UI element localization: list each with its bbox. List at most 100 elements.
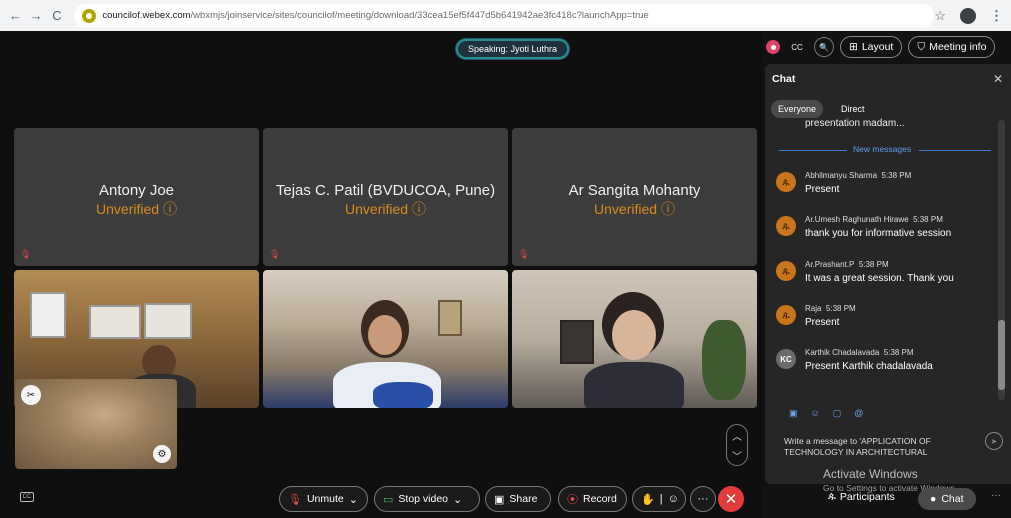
leave-meeting-button[interactable]: ✕ [718, 486, 744, 512]
wall-frame [438, 300, 462, 336]
participant-tile[interactable]: Tejas C. Patil (BVDUCOA, Pune) Unverifie… [263, 128, 508, 266]
chat-bubble-icon: ● [930, 493, 937, 505]
url-path: /wbxmjs/joinservice/sites/councilof/meet… [190, 10, 649, 21]
muted-mic-icon: 🎙 [269, 249, 281, 259]
browser-toolbar: ← → C councilof.webex.com/wbxmjs/joinser… [0, 0, 1011, 31]
user-avatar-initials: KC [776, 349, 796, 369]
more-dots-icon: ··· [697, 493, 709, 505]
grid-icon: ⊞ [849, 41, 858, 53]
emoji-icon[interactable]: ☺ [668, 493, 679, 505]
previous-message-tail: presentation madam... [805, 118, 905, 129]
address-bar[interactable]: councilof.webex.com/wbxmjs/joinservice/s… [74, 3, 935, 28]
participant-tile[interactable]: Ar Sangita Mohanty Unverified ⓘ 🎙 [512, 128, 757, 266]
muted-mic-icon: 🎙 [288, 493, 302, 506]
reactions-button[interactable]: ✋ | ☺ [632, 486, 686, 512]
site-icon [82, 8, 97, 23]
verification-status: Unverified ⓘ [96, 201, 177, 217]
raise-hand-icon[interactable]: ✋ [641, 493, 655, 506]
more-options-icon[interactable]: ··· [991, 490, 1001, 501]
chevron-up-icon[interactable]: ︿ [732, 428, 742, 443]
chat-scrollbar[interactable] [998, 120, 1005, 400]
scrollbar-thumb[interactable] [998, 320, 1005, 390]
bookmark-star-icon[interactable]: ☆ [934, 8, 946, 24]
forward-icon[interactable]: → [29, 7, 44, 25]
send-icon[interactable]: ➤ [985, 432, 1003, 450]
chevron-down-icon[interactable]: ⌄ [453, 493, 462, 506]
wall-frame [89, 305, 141, 339]
verification-status: Unverified ⓘ [345, 201, 426, 217]
self-view-video[interactable]: ✂ ⚙ [15, 379, 177, 469]
record-button[interactable]: ⦿ Record [558, 486, 627, 512]
reload-icon[interactable]: C [50, 7, 65, 25]
chat-toggle-button[interactable]: ● Chat [918, 488, 976, 510]
gif-icon[interactable]: ▢ [833, 408, 842, 419]
person-face [612, 310, 656, 360]
wall-frame [144, 303, 192, 339]
pin-icon[interactable]: ✂ [21, 385, 41, 405]
participant-video[interactable] [263, 270, 508, 408]
message-text: Present [805, 184, 840, 195]
video-page-scroller[interactable]: ︿ ﹀ [726, 424, 748, 466]
message-time: 5:38 PM [913, 215, 943, 224]
close-icon[interactable]: ✕ [993, 72, 1003, 86]
share-button[interactable]: ▣ Share [485, 486, 551, 512]
compose-toolbar: ▣ ☺ ▢ @ [789, 408, 863, 419]
user-avatar-icon: ዹ [776, 172, 796, 192]
participants-button[interactable]: ዹ Participants [828, 490, 895, 503]
divider: | [659, 493, 663, 505]
tab-everyone[interactable]: Everyone [771, 100, 824, 118]
video-camera-icon: ▭ [383, 493, 394, 506]
record-label: Record [583, 493, 617, 505]
message-text: thank you for informative session [805, 228, 952, 239]
captions-icon[interactable]: CC [20, 492, 34, 502]
chat-panel: Chat ✕ Everyone Direct presentation mada… [765, 64, 1011, 484]
panel-header-bar: CC 🔍 ⊞ Layout ⛉ Meeting info [762, 31, 1011, 63]
stop-video-button[interactable]: ▭ Stop video ⌄ [374, 486, 480, 512]
message-time: 5:38 PM [883, 348, 914, 357]
chevron-down-icon[interactable]: ⌄ [349, 493, 358, 506]
unmute-button[interactable]: 🎙 Unmute ⌄ [279, 486, 368, 512]
new-messages-divider: New messages [779, 144, 991, 156]
muted-mic-icon: 🎙 [518, 249, 530, 259]
meeting-info-label: Meeting info [929, 41, 987, 53]
meeting-info-button[interactable]: ⛉ Meeting info [908, 36, 996, 58]
sender-name: Ar.Umesh Raghunath Hirawe [805, 215, 909, 224]
participant-tile[interactable]: Antony Joe Unverified ⓘ 🎙 [14, 128, 259, 266]
browser-menu-icon[interactable]: ⋮ [990, 8, 1003, 24]
mention-icon[interactable]: @ [854, 408, 863, 419]
meeting-stage: Speaking: Jyoti Luthra Antony Joe Unveri… [0, 31, 762, 518]
message-time: 5:38 PM [881, 171, 912, 180]
chevron-down-icon[interactable]: ﹀ [732, 448, 742, 463]
captions-icon[interactable]: CC [786, 40, 808, 54]
share-label: Share [509, 493, 538, 505]
person-face [368, 315, 402, 355]
emoji-icon[interactable]: ☺ [811, 408, 820, 419]
participants-icon: ዹ [828, 490, 836, 502]
settings-gear-icon[interactable]: ⚙ [153, 445, 171, 463]
message-time: 5:38 PM [825, 304, 856, 313]
person-scarf [373, 382, 433, 408]
profile-icon[interactable] [960, 7, 976, 24]
participant-name: Tejas C. Patil (BVDUCOA, Pune) [275, 182, 496, 199]
new-messages-label: New messages [853, 144, 912, 154]
share-screen-icon: ▣ [494, 493, 505, 506]
participants-label: Participants [839, 490, 895, 503]
sender-name: Karthik Chadalavada [805, 348, 880, 357]
user-avatar-icon: ዹ [776, 261, 796, 281]
layout-button[interactable]: ⊞ Layout [840, 36, 903, 58]
format-icon[interactable]: ▣ [789, 408, 798, 419]
back-icon[interactable]: ← [8, 7, 23, 25]
user-avatar-icon: ዹ [776, 216, 796, 236]
search-icon[interactable]: 🔍 [814, 37, 834, 57]
chat-message-input[interactable]: Write a message to 'APPLICATION OF TECHN… [784, 436, 964, 458]
participant-name: Antony Joe [98, 182, 175, 199]
participant-name: Ar Sangita Mohanty [568, 182, 701, 199]
layout-label: Layout [861, 41, 894, 53]
tab-direct[interactable]: Direct [834, 100, 872, 118]
participant-video[interactable] [512, 270, 757, 408]
sender-name: Ar.Prashant.P [805, 260, 855, 269]
message-text: Present Karthik chadalavada [805, 361, 933, 372]
recording-indicator-icon [766, 40, 780, 54]
more-options-button[interactable]: ··· [690, 486, 716, 512]
wall-frame [560, 320, 594, 364]
